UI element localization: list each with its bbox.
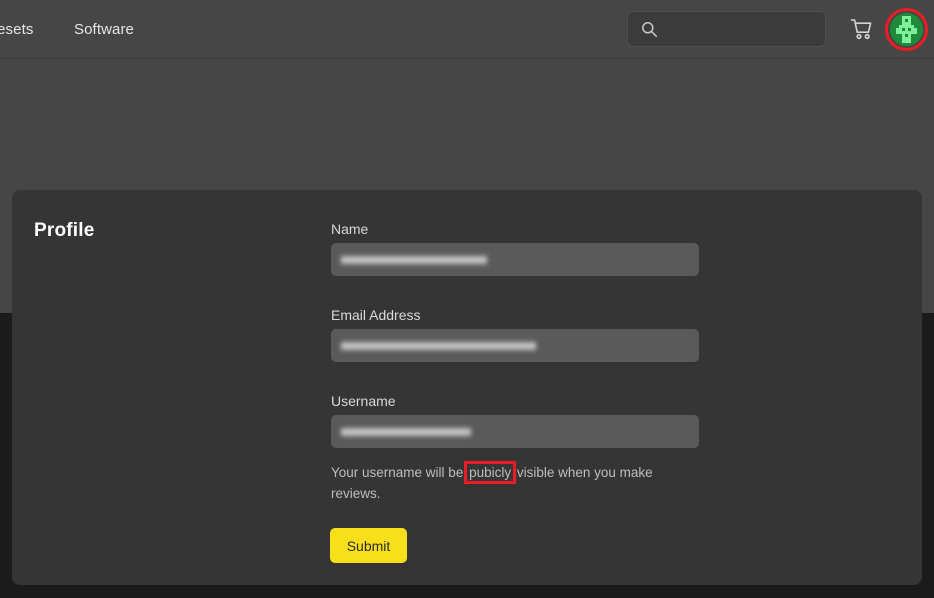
search-box[interactable] — [627, 11, 826, 48]
username-label: Username — [331, 393, 396, 409]
avatar-highlight-ring — [885, 8, 928, 51]
name-input[interactable] — [331, 243, 699, 276]
search-input[interactable] — [666, 12, 822, 48]
top-navigation-bar: resets Software — [0, 0, 934, 59]
helper-text-before: Your username will be — [331, 465, 468, 480]
search-icon — [641, 21, 658, 38]
submit-button[interactable]: Submit — [330, 528, 407, 563]
avatar[interactable] — [885, 8, 928, 51]
app-screen: Profile Name Email Address Username Your… — [0, 0, 934, 598]
username-input[interactable] — [331, 415, 699, 448]
email-label: Email Address — [331, 307, 421, 323]
typo-highlight-box: pubicly — [464, 461, 517, 484]
shopping-cart-icon[interactable] — [849, 17, 875, 43]
nav-link-software[interactable]: Software — [74, 21, 134, 39]
username-helper-text: Your username will be pubicly visible wh… — [331, 461, 669, 504]
nav-link-presets[interactable]: resets — [0, 21, 33, 39]
name-label: Name — [331, 221, 369, 237]
email-input[interactable] — [331, 329, 699, 362]
page-title: Profile — [34, 220, 95, 241]
